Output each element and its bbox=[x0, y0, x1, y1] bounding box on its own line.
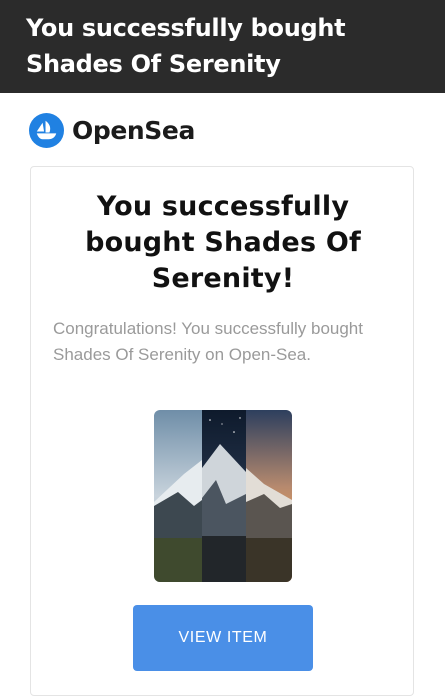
card-message: Congratulations! You successfully bought… bbox=[53, 319, 363, 364]
opensea-logo-icon bbox=[29, 112, 64, 148]
purchase-card: You successfully bought Shades Of Sereni… bbox=[30, 166, 414, 696]
view-item-button[interactable]: VIEW ITEM bbox=[133, 605, 313, 671]
brand-header: OpenSea bbox=[29, 112, 195, 148]
email-subject: You successfully bought Shades Of Sereni… bbox=[26, 14, 346, 78]
mountain-triptych-image[interactable] bbox=[154, 410, 292, 582]
card-heading: You successfully bought Shades Of Sereni… bbox=[85, 191, 361, 294]
email-subject-bar: You successfully bought Shades Of Sereni… bbox=[0, 0, 445, 93]
brand-name: OpenSea bbox=[72, 115, 195, 145]
